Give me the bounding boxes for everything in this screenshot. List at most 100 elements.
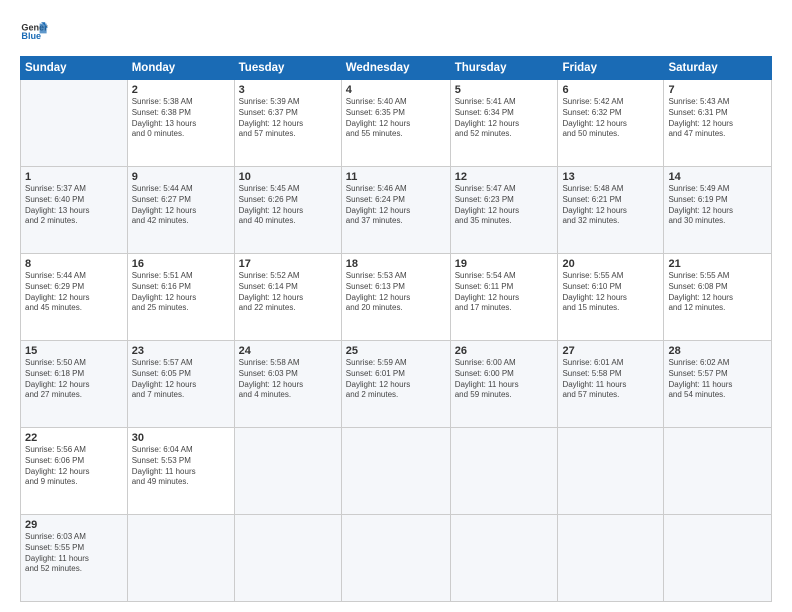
- day-info: Sunrise: 5:47 AMSunset: 6:23 PMDaylight:…: [455, 184, 554, 227]
- day-number: 10: [239, 171, 337, 183]
- calendar-cell: [558, 515, 664, 602]
- day-info: Sunrise: 5:37 AMSunset: 6:40 PMDaylight:…: [25, 184, 123, 227]
- calendar-cell: 21Sunrise: 5:55 AMSunset: 6:08 PMDayligh…: [664, 254, 772, 341]
- day-number: 5: [455, 84, 554, 96]
- day-number: 23: [132, 345, 230, 357]
- day-info: Sunrise: 5:57 AMSunset: 6:05 PMDaylight:…: [132, 358, 230, 401]
- calendar-cell: 15Sunrise: 5:50 AMSunset: 6:18 PMDayligh…: [21, 341, 128, 428]
- day-info: Sunrise: 5:59 AMSunset: 6:01 PMDaylight:…: [346, 358, 446, 401]
- day-info: Sunrise: 6:03 AMSunset: 5:55 PMDaylight:…: [25, 532, 123, 575]
- calendar-cell: 10Sunrise: 5:45 AMSunset: 6:26 PMDayligh…: [234, 167, 341, 254]
- day-info: Sunrise: 5:49 AMSunset: 6:19 PMDaylight:…: [668, 184, 767, 227]
- calendar-cell: 29Sunrise: 6:03 AMSunset: 5:55 PMDayligh…: [21, 515, 128, 602]
- calendar-cell: 11Sunrise: 5:46 AMSunset: 6:24 PMDayligh…: [341, 167, 450, 254]
- day-number: 3: [239, 84, 337, 96]
- calendar-cell: [558, 428, 664, 515]
- day-info: Sunrise: 5:39 AMSunset: 6:37 PMDaylight:…: [239, 97, 337, 140]
- page-header: General Blue: [20, 18, 772, 46]
- weekday-header-saturday: Saturday: [664, 57, 772, 80]
- day-number: 14: [668, 171, 767, 183]
- day-number: 1: [25, 171, 123, 183]
- calendar-cell: 27Sunrise: 6:01 AMSunset: 5:58 PMDayligh…: [558, 341, 664, 428]
- weekday-header-sunday: Sunday: [21, 57, 128, 80]
- day-number: 12: [455, 171, 554, 183]
- calendar-cell: 3Sunrise: 5:39 AMSunset: 6:37 PMDaylight…: [234, 80, 341, 167]
- calendar-cell: 6Sunrise: 5:42 AMSunset: 6:32 PMDaylight…: [558, 80, 664, 167]
- day-number: 9: [132, 171, 230, 183]
- day-number: 20: [562, 258, 659, 270]
- day-number: 30: [132, 432, 230, 444]
- weekday-header-thursday: Thursday: [450, 57, 558, 80]
- calendar-cell: [127, 515, 234, 602]
- day-number: 6: [562, 84, 659, 96]
- day-info: Sunrise: 5:48 AMSunset: 6:21 PMDaylight:…: [562, 184, 659, 227]
- calendar-cell: [450, 515, 558, 602]
- day-info: Sunrise: 6:04 AMSunset: 5:53 PMDaylight:…: [132, 445, 230, 488]
- day-info: Sunrise: 5:53 AMSunset: 6:13 PMDaylight:…: [346, 271, 446, 314]
- day-info: Sunrise: 6:01 AMSunset: 5:58 PMDaylight:…: [562, 358, 659, 401]
- weekday-header-wednesday: Wednesday: [341, 57, 450, 80]
- day-number: 26: [455, 345, 554, 357]
- day-info: Sunrise: 5:46 AMSunset: 6:24 PMDaylight:…: [346, 184, 446, 227]
- day-number: 13: [562, 171, 659, 183]
- calendar-cell: [234, 515, 341, 602]
- day-number: 11: [346, 171, 446, 183]
- calendar-cell: 22Sunrise: 5:56 AMSunset: 6:06 PMDayligh…: [21, 428, 128, 515]
- day-info: Sunrise: 5:41 AMSunset: 6:34 PMDaylight:…: [455, 97, 554, 140]
- day-number: 25: [346, 345, 446, 357]
- calendar-cell: 30Sunrise: 6:04 AMSunset: 5:53 PMDayligh…: [127, 428, 234, 515]
- calendar-cell: 16Sunrise: 5:51 AMSunset: 6:16 PMDayligh…: [127, 254, 234, 341]
- day-info: Sunrise: 5:50 AMSunset: 6:18 PMDaylight:…: [25, 358, 123, 401]
- calendar-cell: 14Sunrise: 5:49 AMSunset: 6:19 PMDayligh…: [664, 167, 772, 254]
- day-info: Sunrise: 5:45 AMSunset: 6:26 PMDaylight:…: [239, 184, 337, 227]
- day-info: Sunrise: 5:51 AMSunset: 6:16 PMDaylight:…: [132, 271, 230, 314]
- calendar-cell: [234, 428, 341, 515]
- calendar-cell: 1Sunrise: 5:37 AMSunset: 6:40 PMDaylight…: [21, 167, 128, 254]
- day-info: Sunrise: 5:58 AMSunset: 6:03 PMDaylight:…: [239, 358, 337, 401]
- day-info: Sunrise: 5:56 AMSunset: 6:06 PMDaylight:…: [25, 445, 123, 488]
- calendar-cell: 17Sunrise: 5:52 AMSunset: 6:14 PMDayligh…: [234, 254, 341, 341]
- calendar-cell: 2Sunrise: 5:38 AMSunset: 6:38 PMDaylight…: [127, 80, 234, 167]
- day-number: 21: [668, 258, 767, 270]
- day-number: 16: [132, 258, 230, 270]
- day-number: 2: [132, 84, 230, 96]
- day-number: 28: [668, 345, 767, 357]
- day-number: 18: [346, 258, 446, 270]
- calendar-cell: 5Sunrise: 5:41 AMSunset: 6:34 PMDaylight…: [450, 80, 558, 167]
- day-info: Sunrise: 5:55 AMSunset: 6:08 PMDaylight:…: [668, 271, 767, 314]
- day-info: Sunrise: 5:44 AMSunset: 6:27 PMDaylight:…: [132, 184, 230, 227]
- day-info: Sunrise: 6:02 AMSunset: 5:57 PMDaylight:…: [668, 358, 767, 401]
- day-number: 4: [346, 84, 446, 96]
- calendar-cell: [450, 428, 558, 515]
- logo: General Blue: [20, 18, 52, 46]
- logo-icon: General Blue: [20, 18, 48, 46]
- calendar-cell: 8Sunrise: 5:44 AMSunset: 6:29 PMDaylight…: [21, 254, 128, 341]
- calendar-cell: 7Sunrise: 5:43 AMSunset: 6:31 PMDaylight…: [664, 80, 772, 167]
- calendar-cell: [341, 428, 450, 515]
- day-number: 22: [25, 432, 123, 444]
- day-number: 19: [455, 258, 554, 270]
- calendar-cell: 25Sunrise: 5:59 AMSunset: 6:01 PMDayligh…: [341, 341, 450, 428]
- calendar-cell: 19Sunrise: 5:54 AMSunset: 6:11 PMDayligh…: [450, 254, 558, 341]
- day-info: Sunrise: 5:42 AMSunset: 6:32 PMDaylight:…: [562, 97, 659, 140]
- day-info: Sunrise: 6:00 AMSunset: 6:00 PMDaylight:…: [455, 358, 554, 401]
- day-number: 24: [239, 345, 337, 357]
- calendar-cell: 23Sunrise: 5:57 AMSunset: 6:05 PMDayligh…: [127, 341, 234, 428]
- calendar-table: SundayMondayTuesdayWednesdayThursdayFrid…: [20, 56, 772, 602]
- day-number: 29: [25, 519, 123, 531]
- day-number: 15: [25, 345, 123, 357]
- day-number: 7: [668, 84, 767, 96]
- calendar-cell: 28Sunrise: 6:02 AMSunset: 5:57 PMDayligh…: [664, 341, 772, 428]
- calendar-cell: 9Sunrise: 5:44 AMSunset: 6:27 PMDaylight…: [127, 167, 234, 254]
- calendar-cell: 18Sunrise: 5:53 AMSunset: 6:13 PMDayligh…: [341, 254, 450, 341]
- calendar-cell: 26Sunrise: 6:00 AMSunset: 6:00 PMDayligh…: [450, 341, 558, 428]
- day-info: Sunrise: 5:44 AMSunset: 6:29 PMDaylight:…: [25, 271, 123, 314]
- svg-text:Blue: Blue: [21, 31, 41, 41]
- calendar-cell: 12Sunrise: 5:47 AMSunset: 6:23 PMDayligh…: [450, 167, 558, 254]
- calendar-cell: [21, 80, 128, 167]
- calendar-cell: 24Sunrise: 5:58 AMSunset: 6:03 PMDayligh…: [234, 341, 341, 428]
- day-number: 8: [25, 258, 123, 270]
- weekday-header-tuesday: Tuesday: [234, 57, 341, 80]
- weekday-header-monday: Monday: [127, 57, 234, 80]
- calendar-cell: 20Sunrise: 5:55 AMSunset: 6:10 PMDayligh…: [558, 254, 664, 341]
